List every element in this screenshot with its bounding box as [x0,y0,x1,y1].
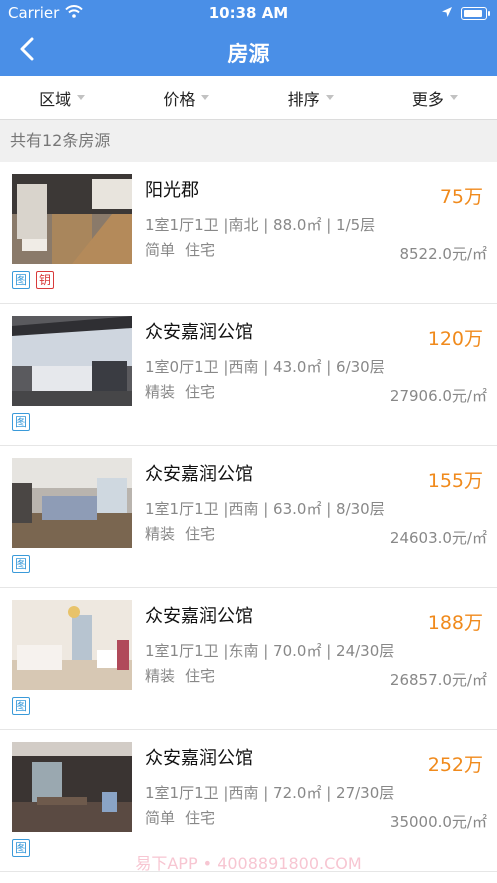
listing-specs: 1室1厅1卫 |西南 | 63.0㎡ | 8/30层 [145,500,385,518]
decoration-label: 精装 [145,667,176,685]
listing-name: 众安嘉润公馆 [145,748,253,769]
usage-label: 住宅 [185,383,216,401]
listing-item[interactable]: 图 众安嘉润公馆 188万 1室1厅1卫 |东南 | 70.0㎡ | 24/30… [0,588,497,730]
listing-attrs: 精装 住宅 [145,523,215,544]
listing-tags: 图 钥 [12,271,54,289]
photo-tag: 图 [12,555,30,573]
listing-attrs: 精装 住宅 [145,381,215,402]
usage-label: 住宅 [185,241,216,259]
decoration-label: 精装 [145,525,176,543]
listing-attrs: 简单 住宅 [145,807,215,828]
listing-attrs: 简单 住宅 [145,239,215,260]
listing-specs: 1室1厅1卫 |南北 | 88.0㎡ | 1/5层 [145,216,376,234]
filter-more[interactable]: 更多 [373,76,497,119]
listing-photo [12,458,132,548]
filter-bar: 区域 价格 排序 更多 [0,76,497,120]
usage-label: 住宅 [185,525,216,543]
listing-tags: 图 [12,413,30,431]
listing-unit-price: 26857.0元/㎡ [389,671,487,689]
status-time: 10:38 AM [208,4,289,22]
listing-price: 75万 [439,186,483,208]
watermark: 易下APP • 4008891800.COM [135,854,362,873]
listing-specs: 1室1厅1卫 |西南 | 72.0㎡ | 27/30层 [145,784,395,802]
result-count: 共有12条房源 [0,120,497,162]
decoration-label: 精装 [145,383,176,401]
listing-name: 众安嘉润公馆 [145,606,253,627]
caret-down-icon [77,95,86,100]
listing-unit-price: 27906.0元/㎡ [389,387,487,405]
listing-price: 188万 [427,612,483,634]
listing-tags: 图 [12,555,30,573]
listing-name: 众安嘉润公馆 [145,464,253,485]
listing-name: 阳光郡 [145,180,199,201]
status-bar: Carrier 10:38 AM [0,0,497,26]
photo-tag: 图 [12,413,30,431]
listing-photo [12,600,132,690]
listing-photo [12,742,132,832]
listing-photo [12,316,132,406]
filter-sort-label: 排序 [287,89,320,109]
listing-tags: 图 [12,697,30,715]
battery-icon [461,6,490,20]
caret-down-icon [201,95,210,100]
usage-label: 住宅 [185,667,216,685]
photo-tag: 图 [12,271,30,289]
location-arrow-icon [441,4,453,22]
filter-price-label: 价格 [163,89,196,109]
listing-list: 图 钥 阳光郡 75万 1室1厅1卫 |南北 | 88.0㎡ | 1/5层 简单… [0,162,497,872]
listing-price: 120万 [427,328,483,350]
decoration-label: 简单 [145,809,176,827]
filter-price[interactable]: 价格 [124,76,248,119]
listing-specs: 1室0厅1卫 |西南 | 43.0㎡ | 6/30层 [145,358,385,376]
listing-item[interactable]: 图 钥 阳光郡 75万 1室1厅1卫 |南北 | 88.0㎡ | 1/5层 简单… [0,162,497,304]
listing-item[interactable]: 图 众安嘉润公馆 155万 1室1厅1卫 |西南 | 63.0㎡ | 8/30层… [0,446,497,588]
listing-name: 众安嘉润公馆 [145,322,253,343]
filter-area[interactable]: 区域 [0,76,124,119]
filter-sort[interactable]: 排序 [249,76,373,119]
listing-unit-price: 24603.0元/㎡ [389,529,487,547]
caret-down-icon [325,95,334,100]
status-right [441,4,490,22]
decoration-label: 简单 [145,241,176,259]
photo-tag: 图 [12,697,30,715]
usage-label: 住宅 [185,809,216,827]
listing-price: 155万 [427,470,483,492]
listing-attrs: 精装 住宅 [145,665,215,686]
page-title: 房源 [227,42,270,66]
listing-unit-price: 35000.0元/㎡ [389,813,487,831]
listing-specs: 1室1厅1卫 |东南 | 70.0㎡ | 24/30层 [145,642,395,660]
listing-item[interactable]: 图 众安嘉润公馆 120万 1室0厅1卫 |西南 | 43.0㎡ | 6/30层… [0,304,497,446]
key-tag: 钥 [36,271,54,289]
listing-unit-price: 8522.0元/㎡ [399,245,487,263]
filter-area-label: 区域 [39,89,72,109]
listing-price: 252万 [427,754,483,776]
filter-more-label: 更多 [411,89,444,109]
listing-photo [12,174,132,264]
nav-bar: 房源 [0,26,497,76]
caret-down-icon [449,95,458,100]
